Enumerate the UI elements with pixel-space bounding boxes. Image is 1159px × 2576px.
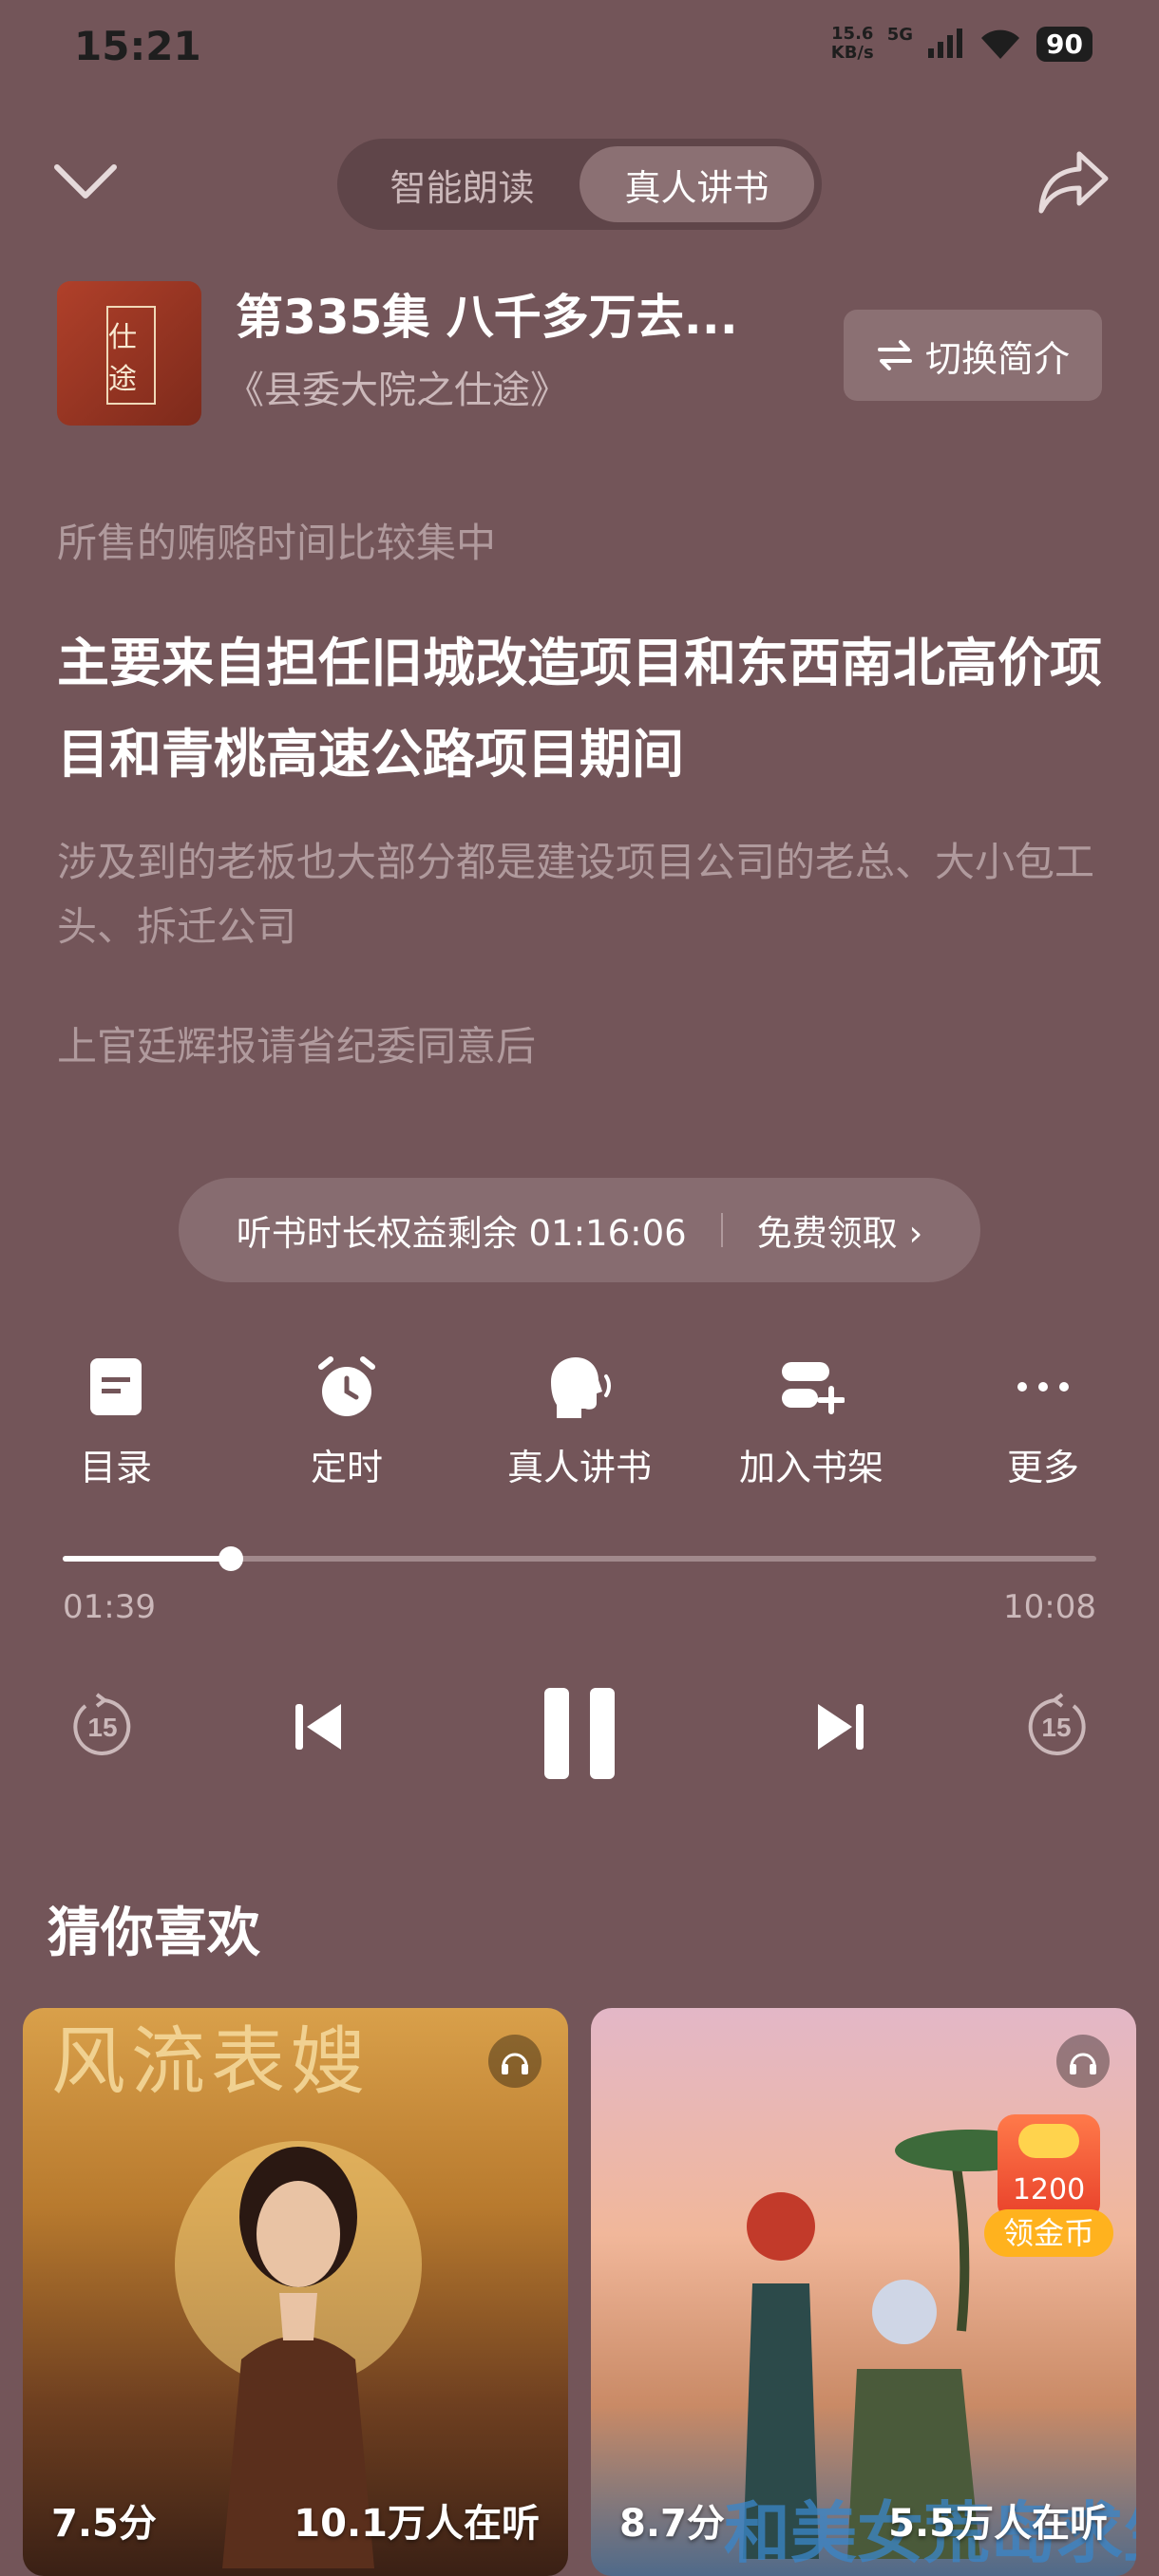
more-label: 更多 xyxy=(1006,1447,1079,1488)
timer-button[interactable]: 定时 xyxy=(252,1349,442,1490)
add-bookshelf-button[interactable]: 加入书架 xyxy=(716,1349,906,1490)
swap-icon xyxy=(877,340,912,370)
coin-icon xyxy=(1018,2124,1079,2158)
book-cover-text: 仕途 xyxy=(106,306,156,405)
network-speed: 15.6 KB/s xyxy=(831,25,874,63)
human-narration-label: 真人讲书 xyxy=(506,1447,652,1488)
signal-icon xyxy=(928,28,963,58)
mode-ai-reading-tab[interactable]: 智能朗读 xyxy=(345,146,580,222)
card-listeners: 10.1万人在听 xyxy=(294,2502,540,2546)
status-icons: 15.6 KB/s 5G 90 xyxy=(831,25,1092,63)
rewind-15-icon: 15 xyxy=(73,1693,131,1755)
benefit-remaining-text: 听书时长权益剩余 01:16:06 xyxy=(236,1213,687,1254)
speed-unit: KB/s xyxy=(830,43,874,63)
pause-icon xyxy=(544,1688,615,1779)
more-button[interactable]: 更多 xyxy=(948,1349,1138,1490)
text-line-current: 主要来自担任旧城改造项目和东西南北高价项目和青桃高速公路项目期间 xyxy=(57,633,1103,785)
next-icon xyxy=(818,1704,864,1750)
add-bookshelf-icon xyxy=(773,1349,849,1425)
card-cover-title: 风流表嫂 xyxy=(51,2019,371,2105)
forward-15-button[interactable]: 15 xyxy=(1020,1691,1092,1763)
collapse-chevron-icon[interactable] xyxy=(53,161,118,203)
alarm-clock-icon xyxy=(309,1349,385,1425)
progress-fill xyxy=(63,1556,231,1562)
recommend-section-title: 猜你喜欢 xyxy=(48,1903,260,1964)
read-mode-toggle: 智能朗读 真人讲书 xyxy=(337,139,822,230)
mode-human-narration-tab[interactable]: 真人讲书 xyxy=(580,146,814,222)
forward-seconds: 15 xyxy=(1041,1713,1071,1742)
card-headphone-icon xyxy=(1056,2035,1110,2088)
recommend-card[interactable]: 风流表嫂 7.5分 10.1万人在听 xyxy=(23,2008,568,2576)
recommend-card[interactable]: 和美女荒岛求生 1200 领金币 8.7分 5.5万人在听 xyxy=(591,2008,1136,2576)
card-score: 7.5分 xyxy=(51,2502,157,2546)
wifi-icon xyxy=(981,29,1020,59)
status-time: 15:21 xyxy=(74,23,201,69)
book-cover[interactable]: 仕途 xyxy=(57,281,201,426)
battery-indicator: 90 xyxy=(1036,26,1092,62)
speaking-head-icon xyxy=(542,1349,618,1425)
catalog-icon xyxy=(78,1349,154,1425)
speed-value: 15.6 xyxy=(831,24,874,44)
next-track-button[interactable] xyxy=(808,1691,874,1763)
total-time: 10:08 xyxy=(1003,1588,1096,1626)
catalog-label: 目录 xyxy=(79,1447,152,1488)
coin-reward-badge[interactable]: 1200 领金币 xyxy=(984,2114,1113,2257)
progress-thumb[interactable] xyxy=(218,1546,243,1571)
pause-button[interactable] xyxy=(532,1681,627,1786)
claim-coin-label: 领金币 xyxy=(984,2209,1113,2257)
add-bookshelf-label: 加入书架 xyxy=(738,1447,884,1488)
network-type: 5G xyxy=(886,25,914,45)
human-narration-button[interactable]: 真人讲书 xyxy=(484,1349,674,1490)
rewind-15-button[interactable]: 15 xyxy=(66,1691,139,1763)
switch-intro-button[interactable]: 切换简介 xyxy=(844,310,1102,401)
timer-label: 定时 xyxy=(310,1447,383,1488)
listening-benefit-banner: 听书时长权益剩余 01:16:06 免费领取 › xyxy=(179,1178,980,1282)
catalog-button[interactable]: 目录 xyxy=(21,1349,211,1490)
text-line-next-2: 上官廷辉报请省纪委同意后 xyxy=(57,1023,537,1070)
text-line-next: 涉及到的老板也大部分都是建设项目公司的老总、大小包工头、拆迁公司 xyxy=(57,839,1095,950)
more-dots-icon xyxy=(1005,1349,1081,1425)
previous-icon xyxy=(295,1704,341,1750)
text-line-prev: 所售的贿赂时间比较集中 xyxy=(57,520,497,566)
coin-amount: 1200 xyxy=(1012,2173,1086,2207)
free-claim-link[interactable]: 免费领取 › xyxy=(757,1204,923,1256)
card-listeners: 5.5万人在听 xyxy=(888,2502,1108,2546)
episode-title: 第335集 八千多万去... xyxy=(236,290,738,345)
card-headphone-icon xyxy=(488,2035,542,2088)
current-time: 01:39 xyxy=(63,1588,156,1626)
forward-15-icon: 15 xyxy=(1028,1693,1086,1755)
card-score: 8.7分 xyxy=(619,2502,725,2546)
share-icon[interactable] xyxy=(1037,148,1110,217)
rewind-seconds: 15 xyxy=(87,1713,117,1742)
switch-intro-label: 切换简介 xyxy=(924,337,1070,380)
previous-track-button[interactable] xyxy=(285,1691,352,1763)
benefit-divider xyxy=(720,1213,723,1247)
book-title[interactable]: 《县委大院之仕途》 xyxy=(226,359,568,414)
